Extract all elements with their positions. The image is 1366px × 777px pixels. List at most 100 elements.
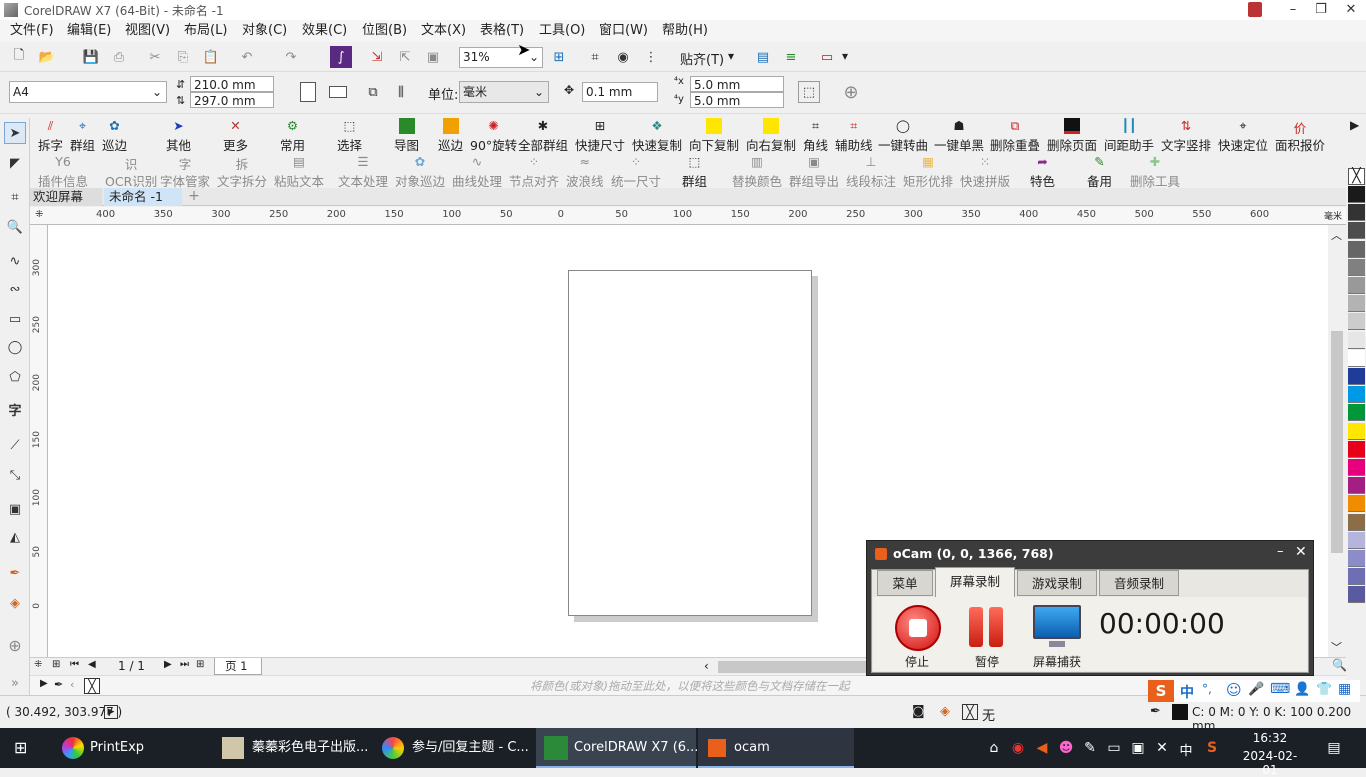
- polygon-tool-icon[interactable]: ⬠: [4, 366, 26, 388]
- snap-to-dropdown[interactable]: 贴齐(T): [680, 49, 724, 68]
- copy-icon[interactable]: ⎘: [172, 46, 194, 68]
- palette-menu-icon[interactable]: ▶: [40, 678, 48, 689]
- color-swatch[interactable]: [1348, 550, 1365, 567]
- plugin-item[interactable]: ✕ 更多: [223, 118, 248, 154]
- page-width-input[interactable]: 210.0 mm: [190, 76, 274, 92]
- page-sort-icon[interactable]: ⁜: [34, 659, 42, 670]
- shape-tool-icon[interactable]: ◤: [4, 152, 26, 174]
- text-tool-icon[interactable]: 字: [4, 398, 26, 420]
- align-icon[interactable]: ≡: [780, 46, 802, 68]
- plugin-item[interactable]: 价面积报价: [1275, 118, 1325, 154]
- plugin-item[interactable]: ➤ 其他: [166, 118, 191, 154]
- plugin-item[interactable]: ∿ 曲线处理: [452, 154, 502, 190]
- ocam-tab-screen-record[interactable]: 屏幕录制: [935, 567, 1015, 597]
- plugin-item[interactable]: 拆文字拆分: [217, 154, 267, 190]
- plugin-item[interactable]: ⁘ 节点对齐: [509, 154, 559, 190]
- plugin-item[interactable]: ❖ 快速复制: [632, 118, 682, 154]
- scroll-left-icon[interactable]: ‹: [704, 659, 709, 673]
- toolbar-scroll-right-icon[interactable]: ▶: [1350, 118, 1359, 132]
- tab-welcome[interactable]: 欢迎屏幕: [30, 188, 102, 206]
- next-page-icon[interactable]: ▶: [164, 659, 172, 670]
- page-height-input[interactable]: 297.0 mm: [190, 92, 274, 108]
- scrollbar-thumb[interactable]: [1331, 331, 1343, 553]
- plugin-item[interactable]: 删除页面: [1047, 118, 1097, 154]
- color-proof-icon[interactable]: ◙: [912, 704, 925, 719]
- unit-select[interactable]: 毫米 ⌄: [459, 81, 549, 103]
- plugin-item[interactable]: ⚙ 常用: [280, 118, 305, 154]
- plugin-item[interactable]: 识 OCR识别: [105, 154, 157, 190]
- ruler-origin-icon[interactable]: ⁜: [35, 209, 43, 220]
- clock-time[interactable]: 16:32: [1240, 731, 1300, 745]
- color-swatch[interactable]: [1348, 349, 1365, 367]
- plugin-item[interactable]: ⌖ 群组: [70, 118, 95, 154]
- current-page-icon[interactable]: ⫼: [390, 81, 412, 103]
- add-toolbar-icon[interactable]: ⊕: [840, 81, 862, 103]
- color-swatch[interactable]: [1348, 568, 1365, 586]
- page-tab[interactable]: 页 1: [214, 658, 262, 675]
- menu-bitmap[interactable]: 位图(B): [360, 22, 409, 40]
- color-swatch[interactable]: [1348, 422, 1365, 440]
- publish-pdf-icon[interactable]: ▣: [422, 46, 444, 68]
- menu-tools[interactable]: 工具(O): [537, 22, 587, 40]
- duplicate-distance-x-input[interactable]: 5.0 mm: [690, 76, 784, 92]
- prev-page-icon[interactable]: ◀: [88, 659, 96, 670]
- ime-emoji-icon[interactable]: ☺: [1226, 681, 1242, 699]
- print-icon[interactable]: ⎙: [108, 46, 130, 68]
- ime-chinese-mode[interactable]: 中: [1180, 682, 1194, 702]
- no-color-swatch[interactable]: ╳: [84, 678, 100, 694]
- plugin-item[interactable]: ⊥ 线段标注: [846, 154, 896, 190]
- plugin-item[interactable]: Y6 插件信息: [38, 154, 88, 190]
- plugin-item[interactable]: ☗ 一键单黑: [934, 118, 984, 154]
- transparency-icon[interactable]: ◭: [4, 526, 26, 548]
- color-swatch[interactable]: [1348, 295, 1365, 313]
- vertical-scrollbar[interactable]: ︿ ﹀: [1328, 225, 1346, 657]
- pause-icon-right[interactable]: [989, 607, 1003, 647]
- scroll-down-icon[interactable]: ﹀: [1331, 639, 1342, 655]
- minimize-button[interactable]: –: [1278, 0, 1308, 20]
- ocam-tab-audio-record[interactable]: 音频录制: [1099, 570, 1179, 596]
- taskbar-item-printexp[interactable]: PrintExp: [52, 728, 202, 768]
- plugin-item[interactable]: ✿ 巡边: [102, 118, 127, 154]
- tray-network-icon[interactable]: ⌂: [986, 740, 1002, 756]
- no-fill-swatch[interactable]: ╳: [962, 704, 978, 720]
- zoom-navigator-icon[interactable]: 🔍: [1332, 658, 1347, 672]
- first-page-icon[interactable]: ⏮: [70, 659, 79, 670]
- parallel-dimension-icon[interactable]: ⟋: [4, 434, 26, 456]
- palette-scroll-left-icon[interactable]: ‹: [70, 678, 74, 691]
- plugin-item[interactable]: ▥ 替换颜色: [732, 154, 782, 190]
- monitor-icon[interactable]: [1033, 605, 1081, 639]
- export-icon[interactable]: ⇱: [394, 46, 416, 68]
- open-folder-icon[interactable]: 📂: [36, 46, 58, 68]
- rulers-icon[interactable]: ⌗: [584, 46, 606, 68]
- add-page-before-icon[interactable]: ⊞: [52, 659, 60, 670]
- corel-connect-icon[interactable]: ∫: [330, 46, 352, 68]
- interactive-fill-icon[interactable]: ◈: [4, 592, 26, 614]
- plugin-item[interactable]: ⌖ 快速定位: [1218, 118, 1268, 154]
- ime-keyboard-icon[interactable]: ⌨: [1270, 681, 1290, 697]
- menu-file[interactable]: 文件(F): [8, 22, 56, 40]
- view-mode-icon[interactable]: ◉: [612, 46, 634, 68]
- ellipse-tool-icon[interactable]: ◯: [4, 336, 26, 358]
- plugin-item[interactable]: 向下复制: [689, 118, 739, 154]
- plugin-item[interactable]: ▤ 粘贴文本: [274, 154, 324, 190]
- status-menu-icon[interactable]: ▶: [104, 705, 118, 719]
- undo-icon[interactable]: ↶: [236, 46, 258, 68]
- plugin-item[interactable]: ⁙ 快速拼版: [960, 154, 1010, 190]
- plugin-item[interactable]: ▣ 群组导出: [789, 154, 839, 190]
- treat-as-filled-icon[interactable]: ⬚: [798, 81, 820, 103]
- ime-punctuation[interactable]: °,: [1202, 682, 1212, 696]
- tray-sogou-icon[interactable]: S: [1204, 740, 1220, 756]
- user-account-icon[interactable]: [1248, 2, 1262, 17]
- menu-text[interactable]: 文本(X): [419, 22, 468, 40]
- ocam-tab-game-record[interactable]: 游戏录制: [1017, 570, 1097, 596]
- tray-folder-icon[interactable]: ▭: [1106, 740, 1122, 756]
- grid-icon[interactable]: ⋮: [640, 46, 662, 68]
- windows-start-icon[interactable]: ⊞: [14, 740, 32, 756]
- rectangle-tool-icon[interactable]: ▭: [4, 308, 26, 330]
- plugin-item[interactable]: 巡边: [438, 118, 463, 154]
- ocam-close-button[interactable]: ✕: [1295, 544, 1307, 560]
- scroll-up-icon[interactable]: ︿: [1331, 227, 1342, 243]
- tray-speaker-app-icon[interactable]: ◀: [1034, 740, 1050, 756]
- plugin-item[interactable]: ⬚ 选择: [337, 118, 362, 154]
- plugin-item[interactable]: ⬚ 群组: [682, 154, 707, 190]
